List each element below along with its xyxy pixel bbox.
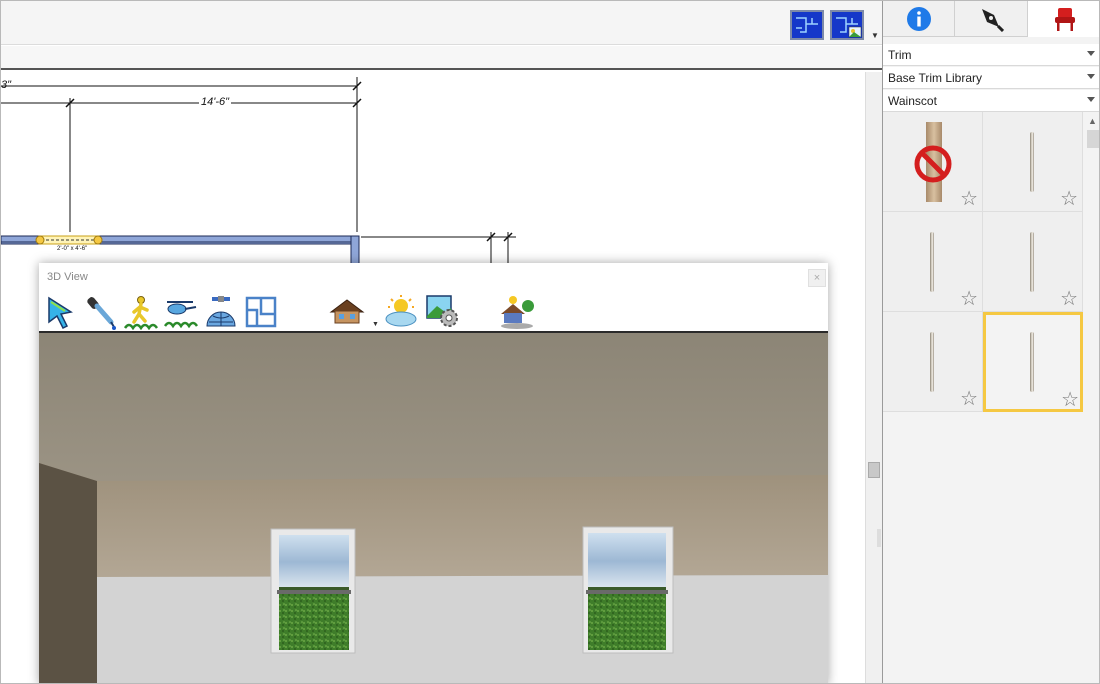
panel-tabs — [883, 1, 1099, 37]
select-arrow-icon[interactable] — [45, 294, 81, 330]
library-panel: Trim Base Trim Library Wainscot ☆ ☆ ☆ ☆ … — [882, 1, 1099, 683]
satellite-globe-icon[interactable] — [203, 294, 239, 330]
eyedropper-icon[interactable] — [83, 294, 119, 330]
library-item-trim[interactable]: ☆ — [983, 212, 1083, 312]
scene-settings-icon[interactable] — [425, 294, 461, 330]
3d-view-toolbar: ▼ — [39, 291, 828, 333]
plan-with-picture-view-icon[interactable] — [830, 10, 864, 40]
window-size-label: 2'-0" x 4'-6" — [57, 246, 88, 252]
library-item-trim[interactable]: ☆ — [883, 212, 983, 312]
tab-info[interactable] — [883, 1, 955, 37]
trim-swatch — [930, 232, 934, 292]
subcategory-dropdown[interactable]: Wainscot — [883, 90, 1099, 112]
house-camera-icon[interactable] — [329, 294, 365, 330]
library-dropdown-value: Base Trim Library — [888, 71, 983, 85]
library-item-trim[interactable]: ☆ — [983, 112, 1083, 212]
walkthrough-person-icon[interactable] — [123, 294, 159, 330]
favorite-star-icon[interactable]: ☆ — [1061, 390, 1079, 410]
subcategory-dropdown-value: Wainscot — [888, 94, 937, 108]
no-symbol-icon — [914, 145, 952, 183]
library-item-trim-selected[interactable]: ☆ — [983, 312, 1083, 412]
chevron-down-icon — [1087, 97, 1095, 102]
chair-icon — [1054, 7, 1075, 31]
floor-plan-view-icon[interactable] — [243, 294, 279, 330]
trim-swatch — [1030, 332, 1034, 392]
library-grid: ☆ ☆ ☆ ☆ ☆ ☆ — [883, 112, 1083, 412]
house-landscape-icon[interactable] — [499, 294, 535, 330]
library-dropdown[interactable]: Base Trim Library — [883, 67, 1099, 89]
sun-clouds-icon[interactable] — [383, 294, 419, 330]
plan-vertical-scrollbar[interactable] — [865, 72, 882, 683]
floor-plan-view-icon[interactable] — [790, 10, 824, 40]
app-window: ▼ 3" 14'-6" 2'-0" x 4'-6" 3D View × ▼ Tr… — [0, 0, 1100, 684]
top-toolbar: ▼ — [1, 1, 882, 45]
ruler-strip — [1, 46, 882, 70]
favorite-star-icon[interactable]: ☆ — [1060, 289, 1078, 309]
splitter-grip[interactable] — [877, 529, 881, 547]
category-dropdown-value: Trim — [888, 48, 912, 62]
favorite-star-icon[interactable]: ☆ — [960, 389, 978, 409]
house-camera-dropdown-icon[interactable]: ▼ — [372, 321, 379, 328]
favorite-star-icon[interactable]: ☆ — [1060, 189, 1078, 209]
favorite-star-icon[interactable]: ☆ — [960, 189, 978, 209]
library-scroll-thumb[interactable] — [1087, 130, 1099, 148]
favorite-star-icon[interactable]: ☆ — [960, 289, 978, 309]
category-dropdown[interactable]: Trim — [883, 44, 1099, 66]
plan-scroll-thumb[interactable] — [868, 462, 880, 478]
dimension-label-main: 14'-6" — [199, 96, 232, 108]
3d-view-window: 3D View × ▼ — [39, 263, 828, 683]
view-dropdown-arrow-icon[interactable]: ▼ — [871, 31, 879, 40]
trim-swatch — [1030, 232, 1034, 292]
chevron-down-icon — [1087, 51, 1095, 56]
library-scrollbar[interactable]: ▲ — [1084, 112, 1099, 683]
trim-swatch — [930, 332, 934, 392]
tab-library[interactable] — [1028, 1, 1099, 37]
pen-nib-icon — [982, 9, 1004, 32]
3d-view-title: 3D View — [47, 271, 88, 283]
info-icon — [906, 7, 931, 31]
trim-swatch — [1030, 132, 1034, 192]
3d-view-titlebar[interactable]: 3D View × — [39, 263, 828, 291]
helicopter-icon[interactable] — [163, 294, 199, 330]
tab-pen[interactable] — [955, 1, 1028, 37]
chevron-down-icon — [1087, 74, 1095, 79]
library-item-trim[interactable]: ☆ — [883, 312, 983, 412]
scroll-up-icon[interactable]: ▲ — [1088, 116, 1097, 126]
3d-scene-viewport[interactable] — [39, 333, 828, 683]
close-icon[interactable]: × — [808, 269, 826, 287]
library-item-none[interactable]: ☆ — [883, 112, 983, 212]
dimension-label-partial: 3" — [1, 79, 12, 91]
